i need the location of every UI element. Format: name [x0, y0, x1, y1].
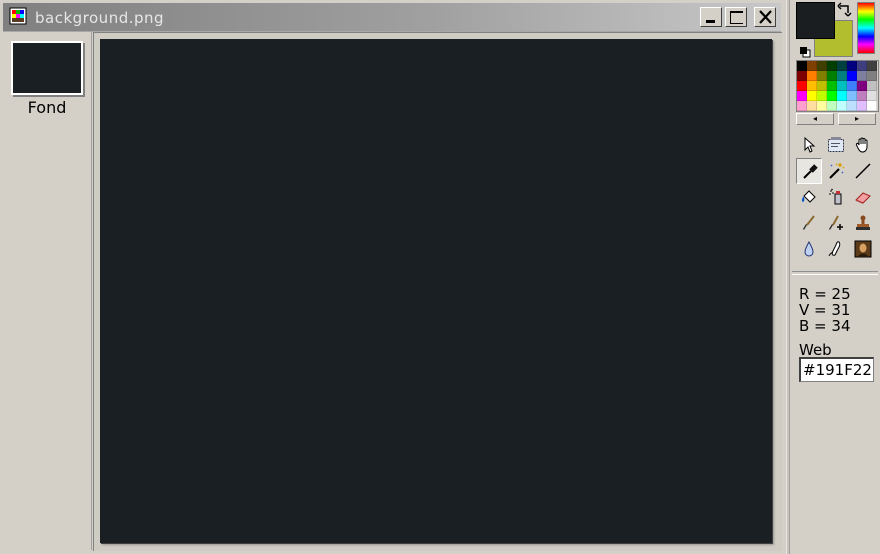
palette-swatch[interactable] — [827, 91, 837, 101]
stamp-tool[interactable] — [850, 210, 876, 236]
palette-swatch[interactable] — [847, 81, 857, 91]
palette-swatch[interactable] — [867, 71, 877, 81]
close-icon — [759, 10, 772, 24]
line-tool[interactable] — [850, 158, 876, 184]
maximize-icon — [730, 11, 743, 24]
palette-swatch[interactable] — [807, 61, 817, 71]
palette-swatch[interactable] — [837, 71, 847, 81]
palette-swatch[interactable] — [817, 71, 827, 81]
palette-scroll-right-button[interactable]: ▸ — [838, 113, 876, 125]
paint-bucket-icon — [802, 190, 816, 203]
magic-wand-tool[interactable] — [823, 158, 849, 184]
title-bar[interactable]: background.png — [3, 3, 781, 32]
palette-swatch[interactable] — [857, 61, 867, 71]
palette-swatch[interactable] — [807, 71, 817, 81]
portrait-icon — [854, 240, 872, 258]
palette-swatch[interactable] — [847, 71, 857, 81]
palette-scroll-left-button[interactable]: ◂ — [796, 113, 834, 125]
canvas-area — [93, 32, 782, 551]
brush-plus-tool[interactable] — [823, 210, 849, 236]
eyedropper-icon — [803, 164, 818, 179]
close-button[interactable] — [754, 7, 776, 27]
hand-tool[interactable] — [850, 132, 876, 158]
web-color-input[interactable] — [799, 357, 874, 382]
spray-can-icon — [829, 188, 842, 205]
palette-swatch[interactable] — [847, 91, 857, 101]
stamp-icon — [856, 215, 870, 230]
palette-swatch[interactable] — [847, 101, 857, 111]
brush-icon — [803, 215, 815, 230]
green-value: V = 31 — [799, 301, 851, 319]
palette-swatch[interactable] — [827, 71, 837, 81]
arrow-icon — [804, 136, 816, 153]
panel-separator — [792, 271, 878, 275]
palette-swatch[interactable] — [857, 81, 867, 91]
water-drop-icon — [804, 240, 814, 257]
palette-swatch[interactable] — [797, 91, 807, 101]
palette-swatch[interactable] — [857, 71, 867, 81]
blue-value: B = 34 — [799, 317, 851, 335]
brush-plus-icon — [829, 215, 843, 230]
color-palette — [796, 60, 879, 112]
palette-swatch[interactable] — [867, 91, 877, 101]
rect-select-icon — [828, 137, 844, 152]
tool-panel: ◂ ▸ R = 25 V = 31 B = 34 Web #191F22 — [790, 0, 880, 554]
palette-swatch[interactable] — [797, 81, 807, 91]
palette-swatch[interactable] — [867, 101, 877, 111]
palette-swatch[interactable] — [867, 61, 877, 71]
smudge-finger-icon — [828, 241, 841, 257]
paint-bucket-tool[interactable] — [796, 184, 822, 210]
minimize-button[interactable] — [700, 7, 722, 27]
palette-swatch[interactable] — [797, 71, 807, 81]
color-picker-tool[interactable] — [796, 158, 822, 184]
palette-swatch[interactable] — [817, 81, 827, 91]
select-rectangle-tool[interactable] — [823, 132, 849, 158]
hue-slider[interactable] — [857, 2, 875, 54]
palette-swatch[interactable] — [827, 61, 837, 71]
palette-swatch[interactable] — [807, 81, 817, 91]
palette-swatch[interactable] — [797, 101, 807, 111]
palette-swatch[interactable] — [837, 81, 847, 91]
palette-swatch[interactable] — [837, 91, 847, 101]
palette-swatch[interactable] — [817, 91, 827, 101]
palette-swatch[interactable] — [837, 61, 847, 71]
palette-swatch[interactable] — [797, 61, 807, 71]
portrait-tool[interactable] — [850, 236, 876, 262]
swap-colors-icon[interactable] — [837, 2, 853, 22]
hand-icon — [855, 137, 868, 153]
palette-swatch[interactable] — [857, 91, 867, 101]
line-icon — [855, 163, 871, 179]
maximize-button[interactable] — [725, 7, 747, 27]
palette-swatch[interactable] — [827, 101, 837, 111]
palette-swatch[interactable] — [807, 91, 817, 101]
document-window: background.png Fond — [0, 0, 786, 554]
layer-label: Fond — [27, 98, 67, 117]
image-canvas[interactable] — [100, 39, 772, 543]
magic-wand-icon — [829, 163, 845, 179]
window-title: background.png — [35, 9, 165, 27]
eraser-tool[interactable] — [850, 184, 876, 210]
palette-swatch[interactable] — [857, 101, 867, 111]
app-icon — [9, 7, 27, 25]
palette-swatch[interactable] — [817, 101, 827, 111]
drop-tool[interactable] — [796, 236, 822, 262]
palette-swatch[interactable] — [867, 81, 877, 91]
layer-thumbnail[interactable] — [11, 41, 83, 95]
brush-tool[interactable] — [796, 210, 822, 236]
red-value: R = 25 — [799, 285, 851, 303]
palette-swatch[interactable] — [827, 81, 837, 91]
smudge-tool[interactable] — [823, 236, 849, 262]
palette-swatch[interactable] — [837, 101, 847, 111]
layers-panel: Fond — [3, 32, 92, 550]
minimize-icon — [706, 20, 715, 23]
palette-swatch[interactable] — [817, 61, 827, 71]
foreground-color-swatch[interactable] — [796, 2, 835, 39]
rgb-readout: R = 25 V = 31 B = 34 — [799, 286, 851, 334]
palette-swatch[interactable] — [847, 61, 857, 71]
palette-swatch[interactable] — [807, 101, 817, 111]
eraser-icon — [855, 192, 871, 204]
select-arrow-tool[interactable] — [796, 132, 822, 158]
spray-tool[interactable] — [823, 184, 849, 210]
